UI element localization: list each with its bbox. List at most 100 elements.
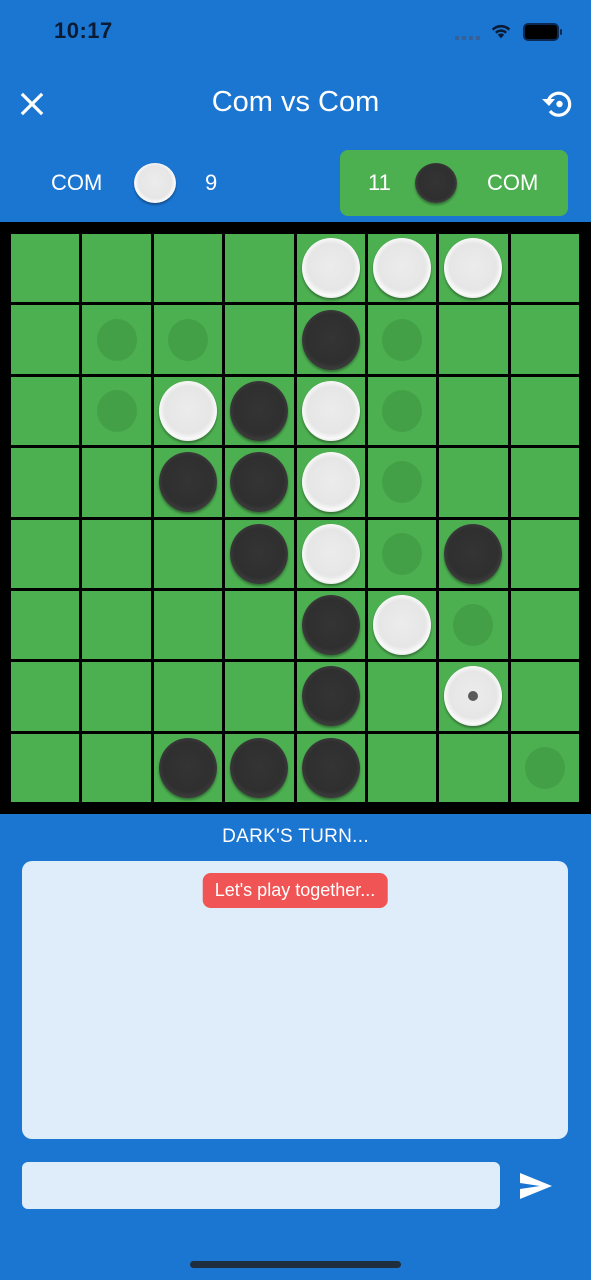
board-cell-r4-c7[interactable] bbox=[510, 519, 579, 588]
board-cell-r1-c4[interactable] bbox=[296, 305, 365, 374]
board-cell-r3-c7[interactable] bbox=[510, 448, 579, 517]
valid-move-hint[interactable] bbox=[96, 389, 137, 432]
board-cell-r0-c6[interactable] bbox=[439, 234, 508, 303]
white-disc bbox=[373, 595, 432, 656]
valid-move-hint[interactable] bbox=[524, 746, 565, 789]
board-cell-r5-c4[interactable] bbox=[296, 590, 365, 660]
player-light-name: COM bbox=[51, 170, 103, 195]
score-row: COM 9 11 COM bbox=[0, 150, 591, 216]
board-cell-r2-c2[interactable] bbox=[153, 376, 223, 446]
valid-move-hint[interactable] bbox=[453, 604, 494, 647]
board-cell-r0-c5[interactable] bbox=[367, 234, 437, 303]
board-cell-r6-c3[interactable] bbox=[225, 662, 294, 731]
valid-move-hint[interactable] bbox=[382, 461, 423, 504]
board-cell-r7-c1[interactable] bbox=[82, 733, 151, 802]
valid-move-hint[interactable] bbox=[382, 532, 423, 575]
board-cell-r0-c4[interactable] bbox=[296, 234, 365, 303]
board-cell-r2-c1[interactable] bbox=[82, 376, 151, 446]
board-cell-r6-c7[interactable] bbox=[510, 662, 579, 731]
board-cell-r5-c3[interactable] bbox=[225, 590, 294, 660]
player-dark-panel-active: 11 COM bbox=[340, 150, 568, 216]
board-cell-r1-c3[interactable] bbox=[225, 305, 294, 374]
board-cell-r0-c7[interactable] bbox=[510, 234, 579, 303]
board-cell-r0-c2[interactable] bbox=[153, 234, 223, 303]
board-cell-r7-c5[interactable] bbox=[367, 733, 437, 802]
board-cell-r6-c6[interactable] bbox=[439, 662, 508, 731]
board-cell-r5-c7[interactable] bbox=[510, 590, 579, 660]
board-cell-r0-c3[interactable] bbox=[225, 234, 294, 303]
board-cell-r0-c0[interactable] bbox=[11, 234, 80, 303]
board-cell-r7-c6[interactable] bbox=[439, 733, 508, 802]
board-cell-r1-c5[interactable] bbox=[367, 305, 437, 374]
send-button[interactable] bbox=[516, 1168, 556, 1204]
black-disc bbox=[230, 380, 289, 441]
board-cell-r4-c3[interactable] bbox=[225, 519, 294, 588]
white-disc-icon bbox=[134, 163, 176, 203]
white-disc bbox=[301, 238, 360, 299]
board-cell-r7-c3[interactable] bbox=[225, 733, 294, 802]
battery-icon bbox=[523, 23, 562, 41]
black-disc bbox=[301, 737, 360, 798]
board-cell-r4-c0[interactable] bbox=[11, 519, 80, 588]
board-cell-r2-c3[interactable] bbox=[225, 376, 294, 446]
board-cell-r6-c4[interactable] bbox=[296, 662, 365, 731]
board-cell-r1-c0[interactable] bbox=[11, 305, 80, 374]
valid-move-hint[interactable] bbox=[167, 318, 208, 361]
board-cell-r0-c1[interactable] bbox=[82, 234, 151, 303]
board-cell-r4-c6[interactable] bbox=[439, 519, 508, 588]
board-cell-r1-c2[interactable] bbox=[153, 305, 223, 374]
board-cell-r6-c1[interactable] bbox=[82, 662, 151, 731]
turn-indicator: DARK'S TURN... bbox=[222, 826, 369, 847]
send-icon bbox=[520, 1173, 552, 1199]
player-light-panel: COM 9 bbox=[22, 150, 250, 216]
valid-move-hint[interactable] bbox=[96, 318, 137, 361]
board-cell-r3-c0[interactable] bbox=[11, 448, 80, 517]
board-cell-r2-c5[interactable] bbox=[367, 376, 437, 446]
board-cell-r3-c6[interactable] bbox=[439, 448, 508, 517]
last-move-marker bbox=[468, 691, 479, 702]
black-disc bbox=[230, 523, 289, 584]
board-cell-r3-c1[interactable] bbox=[82, 448, 151, 517]
board-cell-r6-c0[interactable] bbox=[11, 662, 80, 731]
black-disc bbox=[301, 309, 360, 370]
valid-move-hint[interactable] bbox=[382, 318, 423, 361]
board-cell-r5-c6[interactable] bbox=[439, 590, 508, 660]
board-cell-r5-c5[interactable] bbox=[367, 590, 437, 660]
board-cell-r7-c4[interactable] bbox=[296, 733, 365, 802]
board-cell-r1-c1[interactable] bbox=[82, 305, 151, 374]
board-cell-r1-c6[interactable] bbox=[439, 305, 508, 374]
game-board bbox=[11, 234, 579, 802]
board-cell-r4-c2[interactable] bbox=[153, 519, 223, 588]
status-bar: 10:17 bbox=[0, 0, 591, 64]
restart-icon bbox=[542, 91, 572, 117]
board-cell-r7-c0[interactable] bbox=[11, 733, 80, 802]
home-indicator bbox=[190, 1261, 401, 1268]
board-cell-r2-c6[interactable] bbox=[439, 376, 508, 446]
black-disc-icon bbox=[415, 163, 457, 203]
board-cell-r5-c0[interactable] bbox=[11, 590, 80, 660]
board-cell-r3-c4[interactable] bbox=[296, 448, 365, 517]
board-cell-r4-c4[interactable] bbox=[296, 519, 365, 588]
board-cell-r4-c1[interactable] bbox=[82, 519, 151, 588]
white-disc bbox=[301, 523, 360, 584]
board-cell-r7-c2[interactable] bbox=[153, 733, 223, 802]
board-cell-r5-c2[interactable] bbox=[153, 590, 223, 660]
board-cell-r7-c7[interactable] bbox=[510, 733, 579, 802]
board-cell-r1-c7[interactable] bbox=[510, 305, 579, 374]
board-cell-r2-c4[interactable] bbox=[296, 376, 365, 446]
restart-button[interactable] bbox=[538, 86, 576, 122]
board-cell-r6-c5[interactable] bbox=[367, 662, 437, 731]
white-disc bbox=[444, 238, 503, 299]
board-cell-r4-c5[interactable] bbox=[367, 519, 437, 588]
board-cell-r2-c7[interactable] bbox=[510, 376, 579, 446]
board-cell-r3-c5[interactable] bbox=[367, 448, 437, 517]
black-disc bbox=[444, 523, 503, 584]
board-cell-r3-c2[interactable] bbox=[153, 448, 223, 517]
valid-move-hint[interactable] bbox=[382, 389, 423, 432]
board-cell-r3-c3[interactable] bbox=[225, 448, 294, 517]
player-dark-name: COM bbox=[487, 170, 539, 195]
board-cell-r5-c1[interactable] bbox=[82, 590, 151, 660]
board-cell-r6-c2[interactable] bbox=[153, 662, 223, 731]
board-cell-r2-c0[interactable] bbox=[11, 376, 80, 446]
chat-input[interactable] bbox=[22, 1162, 500, 1209]
